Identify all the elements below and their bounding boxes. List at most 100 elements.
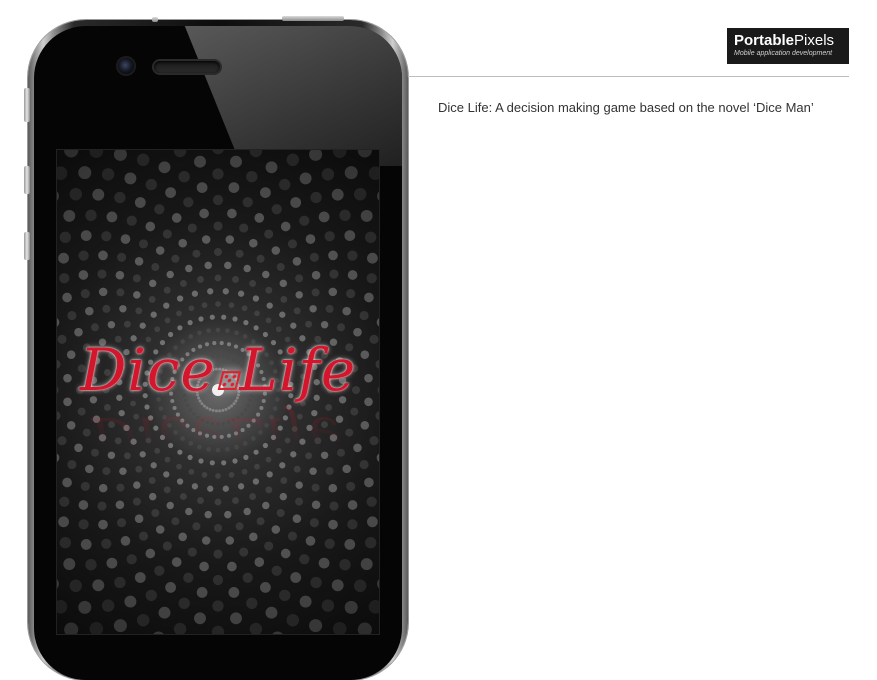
pattern-dot bbox=[265, 486, 273, 494]
pattern-dot bbox=[166, 501, 174, 510]
pattern-dot bbox=[279, 492, 288, 501]
pattern-dot bbox=[163, 302, 170, 309]
pattern-dot bbox=[265, 161, 278, 174]
volume-down-button bbox=[24, 232, 30, 260]
pattern-dot bbox=[57, 191, 59, 201]
pattern-dot bbox=[290, 572, 302, 583]
pattern-dot bbox=[230, 155, 242, 168]
pattern-dot bbox=[101, 538, 112, 549]
dice-life-logo: Dice⚄Life bbox=[57, 336, 379, 404]
pattern-dot bbox=[328, 287, 338, 297]
pattern-dot bbox=[154, 326, 161, 333]
pattern-dot bbox=[185, 264, 193, 273]
pattern-dot bbox=[145, 548, 156, 559]
pattern-dot bbox=[204, 261, 212, 270]
pattern-dot bbox=[134, 197, 146, 208]
pattern-dot bbox=[106, 557, 118, 569]
pattern-dot bbox=[80, 481, 90, 491]
pattern-dot bbox=[295, 274, 304, 283]
portable-pixels-logo[interactable]: PortablePixels Mobile application develo… bbox=[727, 28, 849, 64]
pattern-dot bbox=[280, 221, 291, 232]
pattern-dot bbox=[176, 310, 182, 317]
pattern-dot bbox=[62, 477, 72, 488]
pattern-dot bbox=[225, 235, 235, 244]
pattern-dot bbox=[155, 525, 165, 534]
pattern-dot bbox=[120, 234, 131, 244]
pattern-dot bbox=[165, 582, 176, 593]
pattern-dot bbox=[249, 280, 257, 287]
pattern-dot bbox=[360, 209, 373, 222]
pattern-dot bbox=[78, 500, 89, 510]
pattern-dot bbox=[194, 612, 206, 625]
pattern-dot bbox=[276, 263, 285, 271]
pattern-dot bbox=[328, 250, 338, 261]
pattern-dot bbox=[242, 572, 253, 583]
pattern-dot bbox=[92, 579, 105, 592]
pattern-dot bbox=[228, 472, 235, 478]
pattern-dot bbox=[377, 579, 379, 589]
pattern-dot bbox=[227, 561, 237, 572]
pattern-dot bbox=[328, 483, 338, 493]
pattern-dot bbox=[260, 187, 271, 198]
brand-name-light: Pixels bbox=[794, 32, 835, 49]
pattern-dot bbox=[97, 501, 107, 511]
pattern-dot bbox=[135, 307, 143, 315]
pattern-dot bbox=[243, 320, 249, 326]
pattern-dot bbox=[364, 477, 374, 488]
pattern-dot bbox=[347, 250, 358, 261]
pattern-dot bbox=[176, 295, 184, 302]
pattern-dot bbox=[183, 197, 194, 208]
pattern-dot bbox=[256, 517, 265, 526]
pattern-dot bbox=[264, 229, 274, 239]
pattern-dot bbox=[151, 509, 160, 517]
pattern-dot bbox=[198, 316, 204, 322]
pattern-dot bbox=[359, 310, 369, 321]
pattern-dot bbox=[213, 221, 223, 231]
pattern-dot bbox=[150, 311, 157, 318]
app-screen[interactable]: DiceLife Dice⚄Life bbox=[57, 150, 379, 634]
pattern-dot bbox=[192, 249, 201, 258]
pattern-dot bbox=[320, 320, 329, 329]
pattern-dot bbox=[124, 172, 137, 185]
pattern-dot bbox=[367, 252, 378, 264]
pattern-dot bbox=[59, 231, 71, 243]
pattern-dot bbox=[227, 208, 237, 219]
pattern-dot bbox=[197, 330, 202, 336]
pattern-dot bbox=[201, 302, 208, 308]
pattern-dot bbox=[331, 579, 344, 592]
pattern-dot bbox=[148, 492, 157, 501]
pattern-dot bbox=[305, 320, 313, 328]
pattern-dot bbox=[64, 150, 79, 158]
pattern-dot bbox=[332, 150, 347, 158]
pattern-dot bbox=[212, 150, 224, 155]
pattern-dot bbox=[120, 536, 131, 546]
pattern-dot bbox=[188, 305, 195, 312]
pattern-dot bbox=[265, 286, 273, 294]
pattern-dot bbox=[266, 471, 273, 478]
pattern-dot bbox=[271, 565, 282, 576]
pattern-dot bbox=[299, 554, 310, 565]
pattern-dot bbox=[310, 191, 322, 204]
pattern-dot bbox=[196, 182, 208, 193]
pattern-dot bbox=[235, 522, 244, 531]
pattern-dot bbox=[377, 191, 379, 201]
pattern-dot bbox=[139, 322, 146, 329]
pattern-dot bbox=[163, 486, 171, 494]
pattern-dot bbox=[286, 153, 300, 167]
pattern-dot bbox=[225, 536, 235, 545]
pattern-dot bbox=[329, 501, 339, 511]
pattern-dot bbox=[241, 305, 248, 312]
pattern-dot bbox=[214, 498, 222, 506]
pattern-dot bbox=[265, 606, 278, 619]
pattern-dot bbox=[235, 249, 244, 258]
pattern-dot bbox=[324, 231, 335, 242]
pattern-dot bbox=[136, 613, 150, 627]
pattern-dot bbox=[279, 589, 291, 602]
pattern-dot bbox=[117, 518, 127, 528]
pattern-dot bbox=[249, 150, 263, 158]
pattern-dot bbox=[347, 270, 358, 280]
pattern-dot bbox=[287, 239, 298, 249]
pattern-dot bbox=[191, 483, 199, 490]
pattern-dot bbox=[318, 211, 330, 223]
pattern-dot bbox=[134, 514, 144, 523]
